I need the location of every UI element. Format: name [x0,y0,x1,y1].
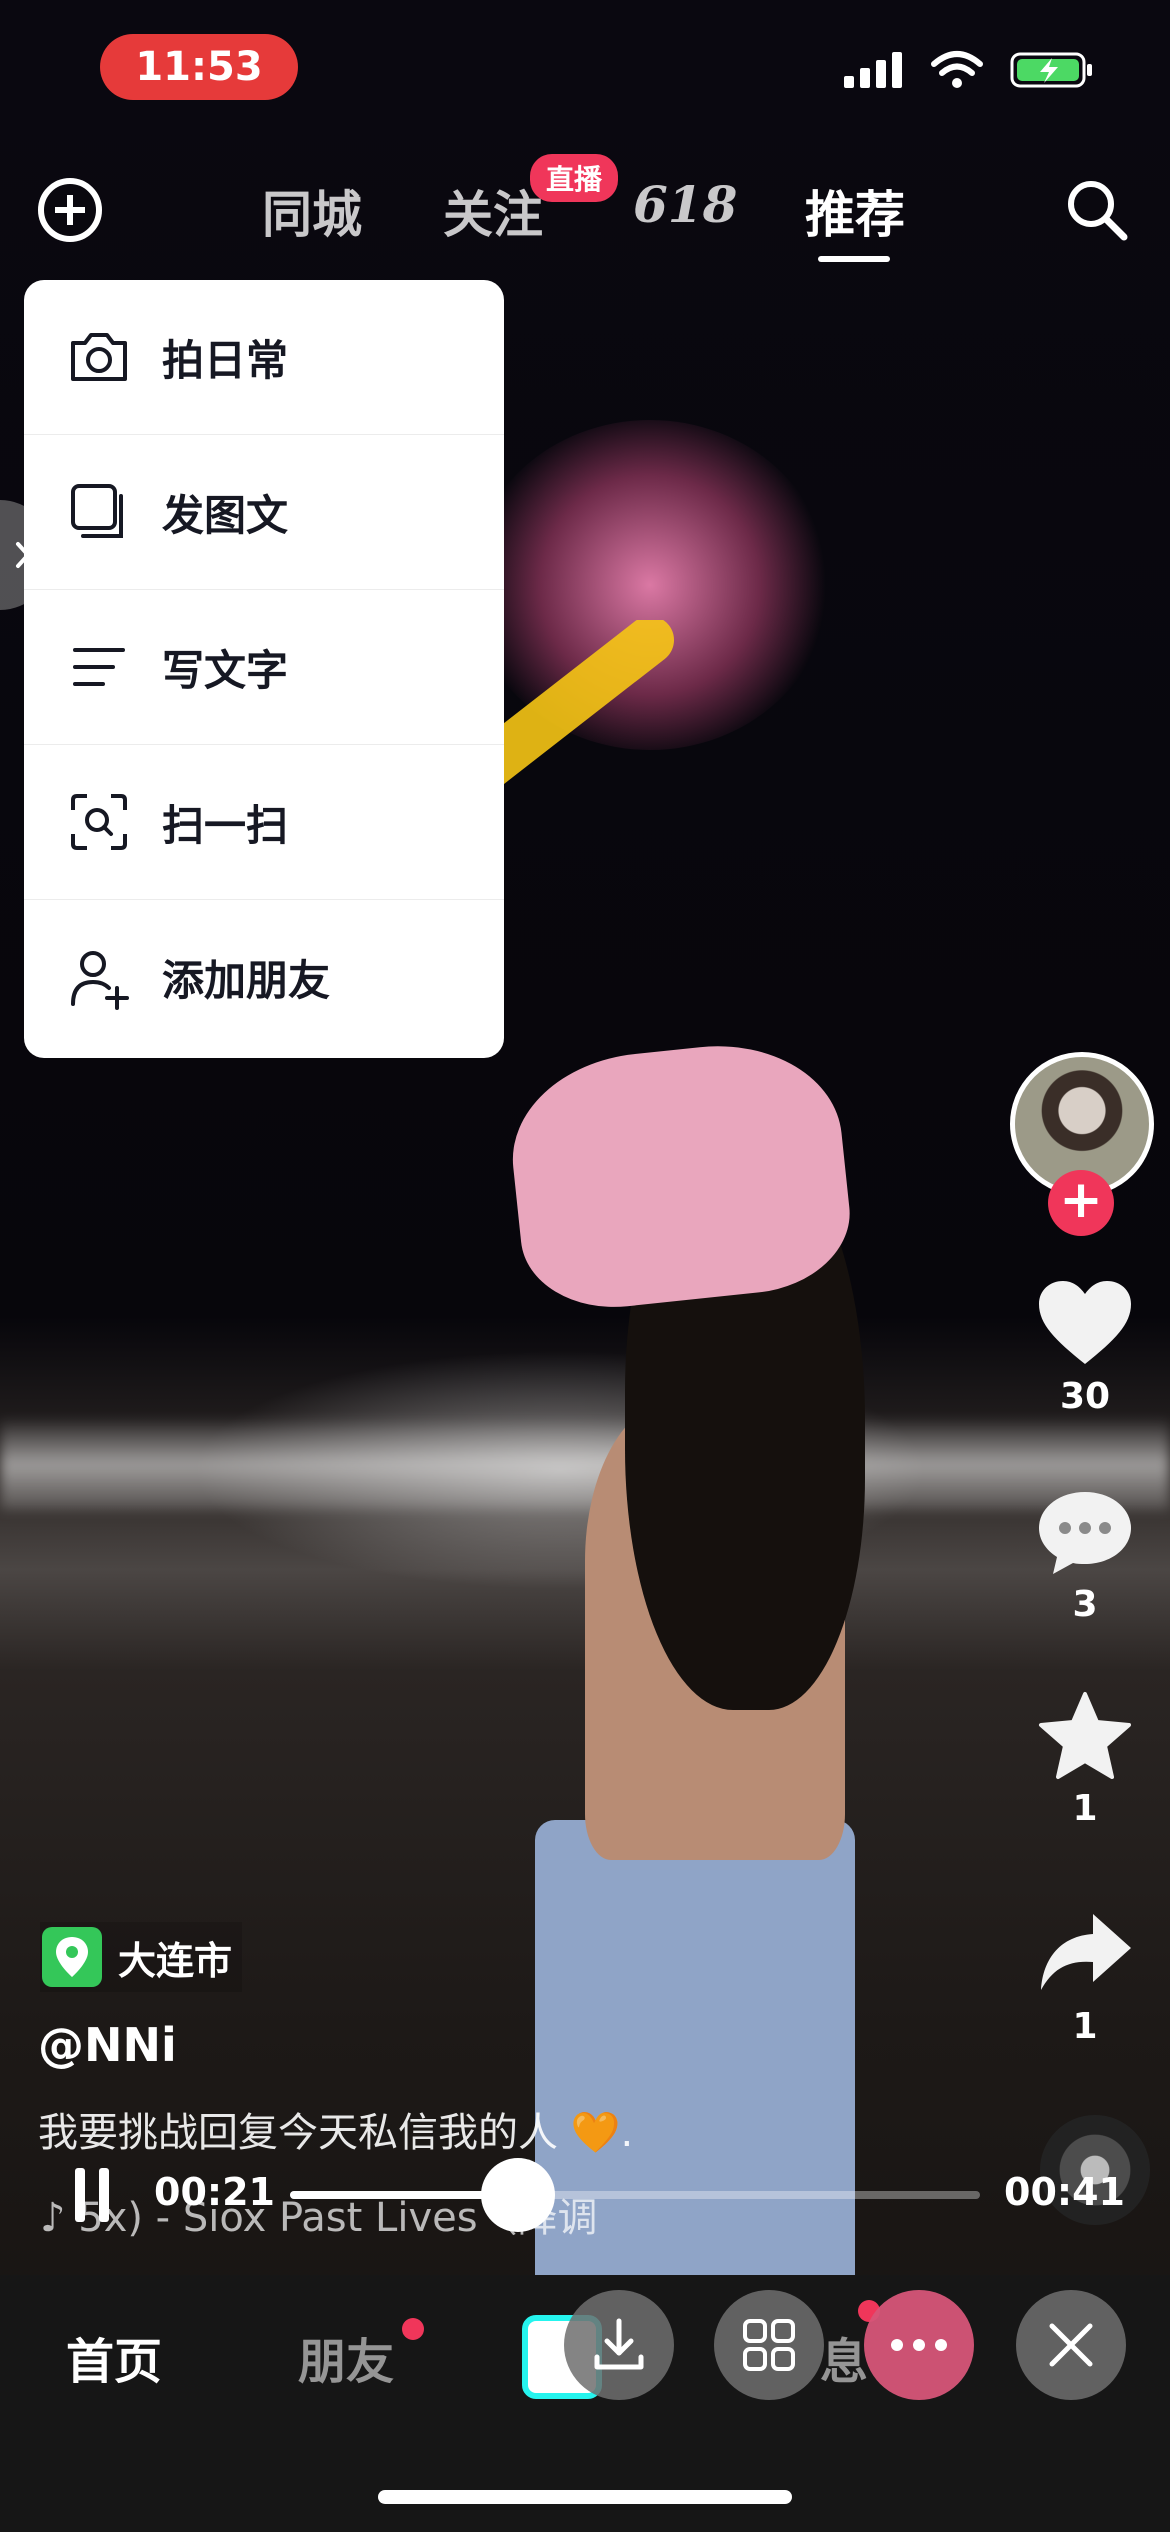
download-icon [594,2318,644,2370]
favorite-count: 1 [1072,1788,1098,1829]
tab-618[interactable]: 618 [633,175,737,234]
tab-following[interactable]: 关注 [443,175,543,247]
app-screen: 11:53 同城 关注 直播 618 推荐 拍日常 发图文 写文字 扫一扫 添加… [0,0,1170,2532]
camera-icon [64,322,134,392]
video-description: 我要挑战回复今天私信我的人 🧡. [38,2110,634,2156]
like-count: 30 [1059,1376,1111,1417]
menu-item-write-text[interactable]: 写文字 [24,590,504,745]
menu-item-add-friend[interactable]: 添加朋友 [24,900,504,1055]
home-indicator [378,2490,792,2504]
tab-messages[interactable]: 息 [820,2322,868,2392]
total-time: 00:41 [1004,2170,1125,2214]
search-icon[interactable] [1062,175,1132,245]
tab-home[interactable]: 首页 [66,2322,162,2392]
menu-item-label: 写文字 [162,645,289,695]
close-icon [1049,2323,1093,2367]
menu-item-label: 扫一扫 [162,800,289,850]
add-friend-icon [64,943,134,1013]
status-icons [844,50,1094,90]
comment-count: 3 [1072,1584,1098,1625]
like-button[interactable]: 30 [1030,1278,1140,1417]
friends-notification-dot [402,2318,424,2340]
author-name[interactable]: @NNi [38,2018,177,2072]
menu-item-label: 添加朋友 [162,956,331,1005]
progress-thumb[interactable] [480,2158,555,2232]
active-tab-indicator [818,256,890,262]
tab-recommended[interactable]: 推荐 [805,175,905,247]
create-menu: 拍日常 发图文 写文字 扫一扫 添加朋友 [24,280,504,1058]
location-tag[interactable]: 大连市 [40,1922,243,1992]
pause-icon[interactable] [75,2168,111,2222]
share-count: 1 [1072,2006,1098,2047]
grid-icon [743,2319,795,2371]
comment-button[interactable]: 3 [1030,1486,1140,1625]
signal-icon [844,52,902,88]
location-label: 大连市 [118,1938,233,1983]
share-arrow-icon [1041,1914,1131,1990]
progress-track[interactable] [290,2191,980,2199]
status-time: 11:53 [100,34,298,100]
menu-item-post-image-text[interactable]: 发图文 [24,435,504,590]
menu-item-label: 拍日常 [162,335,289,385]
video-subject [502,980,925,2280]
live-badge: 直播 [530,154,619,202]
create-plus-button[interactable] [38,178,102,242]
star-icon [1039,1692,1131,1779]
text-lines-icon [64,632,134,702]
scan-icon [64,787,134,857]
menu-item-shoot-daily[interactable]: 拍日常 [24,280,504,435]
heart-icon [1039,1281,1131,1364]
tab-nearby[interactable]: 同城 [262,175,362,247]
share-button[interactable]: 1 [1030,1908,1140,2047]
favorite-button[interactable]: 1 [1030,1690,1140,1829]
more-dots-icon [891,2339,947,2351]
grid-button[interactable] [714,2290,824,2400]
current-time: 00:21 [154,2170,275,2214]
close-button[interactable] [1016,2290,1126,2400]
menu-item-label: 发图文 [162,490,289,540]
wifi-icon [931,51,983,88]
comment-icon [1039,1492,1131,1574]
more-button[interactable] [864,2290,974,2400]
tab-friends[interactable]: 朋友 [298,2322,394,2392]
location-pin-icon [42,1927,102,1987]
download-button[interactable] [564,2290,674,2400]
battery-charging-icon [1010,52,1092,88]
image-text-icon [64,477,134,547]
menu-item-scan[interactable]: 扫一扫 [24,745,504,900]
follow-button[interactable]: + [1048,1170,1114,1236]
